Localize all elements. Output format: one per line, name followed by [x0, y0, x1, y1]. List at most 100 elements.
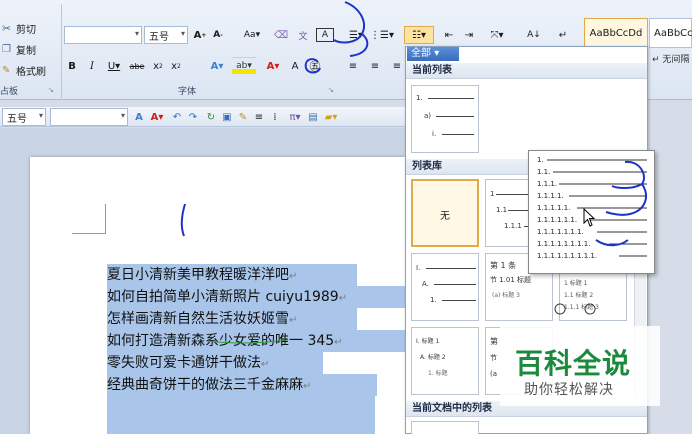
toolbar2-size-combo[interactable]: 五号 ▾ — [2, 108, 46, 126]
toolbar2-brush-icon[interactable]: ✎ — [236, 108, 250, 126]
chevron-down-icon: ▾ — [180, 29, 185, 38]
font-size-combo[interactable]: 五号 ▾ — [144, 26, 188, 44]
format-painter-button[interactable]: ✎ 格式刷 — [2, 62, 58, 78]
toolbar2-font-color-icon[interactable]: A▾ — [148, 108, 166, 126]
chevron-down-icon: ▾ — [120, 111, 125, 120]
cut-button[interactable]: ✂ 剪切 — [2, 20, 58, 36]
document-line-partial — [107, 396, 375, 434]
document-line[interactable]: 怎样画清新自然生活妆妖姬雪↵ — [107, 308, 357, 330]
scissors-icon: ✂ — [2, 21, 12, 35]
toolbar2-pi-icon[interactable]: π▾ — [286, 108, 304, 126]
toolbar2-size-value: 五号 — [7, 113, 27, 125]
thumb-line — [426, 268, 476, 269]
library-roman-thumb[interactable]: I. A. 1. — [411, 253, 479, 321]
thumb-line — [434, 284, 476, 285]
thumb-text: a) — [424, 112, 432, 120]
secondary-toolbar: 五号 ▾ ▾ A A▾ ↶ ↷ ↻ ▣ ✎ ≡ ⁞ π▾ ▤ ▰▾ — [0, 107, 405, 127]
group-separator — [61, 4, 62, 98]
text-effect-button[interactable]: A▾ — [206, 57, 228, 75]
list-filter-button[interactable]: 全部 ▾ — [407, 47, 459, 61]
clipboard-group-label: 占板 — [0, 87, 19, 97]
style-normal[interactable]: AaBbCcDd — [584, 18, 648, 48]
toolbar2-font-combo[interactable]: ▾ — [50, 108, 128, 126]
sort-button[interactable]: A↓ — [524, 26, 544, 44]
chinese-layout-button[interactable]: ⤧▾ — [486, 26, 508, 44]
doc-list-thumb[interactable] — [411, 421, 479, 434]
list-filter-label: 全部 — [411, 48, 431, 59]
underline-button[interactable]: U▾ — [104, 57, 124, 75]
toolbar2-refresh-icon[interactable]: ↻ — [204, 108, 218, 126]
toolbar2-redo-icon[interactable]: ↷ — [186, 108, 200, 126]
chevron-down-icon: ▾ — [134, 29, 139, 38]
preview-level: 1.1.1.1.1. — [537, 204, 571, 212]
font-launcher-icon[interactable]: ↘ — [328, 86, 334, 94]
multilevel-list-button[interactable]: ☷▾ — [404, 26, 434, 44]
thumb-text: 第 — [490, 337, 498, 346]
cut-label: 剪切 — [16, 24, 36, 36]
thumb-line — [436, 116, 474, 117]
enclose-char-icon[interactable]: ㊄ — [306, 57, 324, 75]
thumb-text: I. 标题 1 — [416, 338, 440, 345]
numbering-button[interactable]: ⋮☰▾ — [370, 26, 394, 44]
thumb-line — [442, 300, 476, 301]
library-none-thumb[interactable]: 无 — [411, 179, 479, 247]
thumb-text: 节 1.01 标题 — [490, 276, 532, 284]
superscript-button[interactable]: x2 — [168, 57, 184, 75]
preview-level: 1. — [537, 156, 544, 164]
toolbar2-image-icon[interactable]: ▣ — [220, 108, 234, 126]
thumb-text: 1.1.1 — [504, 222, 522, 230]
thumb-text: 1. — [430, 296, 437, 304]
format-painter-label: 格式刷 — [16, 66, 46, 78]
phonetic-guide-icon[interactable]: 文 — [294, 26, 312, 44]
align-center-button[interactable]: ≡ — [366, 57, 384, 75]
font-name-combo[interactable]: ▾ — [64, 26, 142, 44]
style-no-spacing-caption: ↵ 无间隔 — [652, 52, 692, 66]
increase-indent-button[interactable]: ⇥ — [460, 26, 478, 44]
preview-level: 1.1.1.1. — [537, 192, 564, 200]
align-right-button[interactable]: ≡ — [388, 57, 406, 75]
show-marks-button[interactable]: ↵ — [554, 26, 572, 44]
document-line[interactable]: 夏日小清新美甲教程暖洋洋吧↵ — [107, 264, 357, 286]
clear-format-icon[interactable]: ⌫ — [272, 26, 290, 44]
document-line[interactable]: 如何打造清新森系少女爱的唯一 345↵ — [107, 330, 405, 352]
italic-button[interactable]: I — [84, 57, 100, 75]
decrease-indent-button[interactable]: ⇤ — [440, 26, 458, 44]
document-line[interactable]: 经典曲奇饼干的做法三千金麻麻↵ — [107, 374, 377, 396]
current-list-header: 当前列表 — [406, 63, 647, 79]
clipboard-launcher-icon[interactable]: ↘ — [48, 86, 54, 94]
font-color-button[interactable]: A▾ — [262, 57, 284, 75]
change-case-button[interactable]: Aa▾ — [240, 26, 264, 44]
toolbar2-grow-font-icon[interactable]: A — [132, 108, 146, 126]
style-no-spacing[interactable]: AaBbCc — [649, 18, 692, 48]
toolbar2-undo-icon[interactable]: ↶ — [170, 108, 184, 126]
grow-font-button[interactable]: A + — [192, 26, 208, 44]
char-border-icon[interactable]: A — [316, 28, 334, 42]
thumb-line — [428, 98, 474, 99]
thumb-text: i. — [432, 130, 437, 138]
library-roman-heading-thumb[interactable]: I. 标题 1 A. 标题 2 1. 标题 — [411, 327, 479, 395]
thumb-text: 第 1 条 — [490, 261, 517, 270]
copy-button[interactable]: ❐ 复制 — [2, 41, 58, 57]
strikethrough-button[interactable]: abe — [126, 57, 148, 75]
toolbar2-folder-icon[interactable]: ▰▾ — [322, 108, 340, 126]
toolbar2-doc-icon[interactable]: ▤ — [306, 108, 320, 126]
document-line[interactable]: 零失败可爱卡通饼干做法↵ — [107, 352, 323, 374]
document-line[interactable]: 如何自拍简单小清新照片 cuiyu1989↵ — [107, 286, 407, 308]
thumb-text: 1.1 — [496, 206, 508, 214]
preview-level: 1.1.1.1.1.1.1.1. — [537, 240, 591, 248]
subscript-button[interactable]: x2 — [150, 57, 166, 75]
toolbar2-spacing-icon[interactable]: ⁞ — [268, 108, 282, 126]
char-shading-button[interactable]: A — [288, 57, 302, 75]
brush-icon: ✎ — [2, 64, 11, 76]
highlight-button[interactable]: ab▾ — [232, 57, 256, 75]
bullets-button[interactable]: ☰▾ — [344, 26, 368, 44]
bold-button[interactable]: B — [64, 57, 80, 75]
current-list-thumb[interactable]: 1. a) i. — [411, 85, 479, 153]
thumb-text: (a) 标题 3 — [492, 292, 520, 299]
toolbar2-align-icon[interactable]: ≡ — [252, 108, 266, 126]
shrink-font-button[interactable]: A- — [210, 26, 226, 44]
copy-label: 复制 — [16, 45, 36, 57]
thumb-line — [442, 134, 474, 135]
mouse-cursor-icon — [583, 208, 596, 227]
align-left-button[interactable]: ≡ — [344, 57, 362, 75]
